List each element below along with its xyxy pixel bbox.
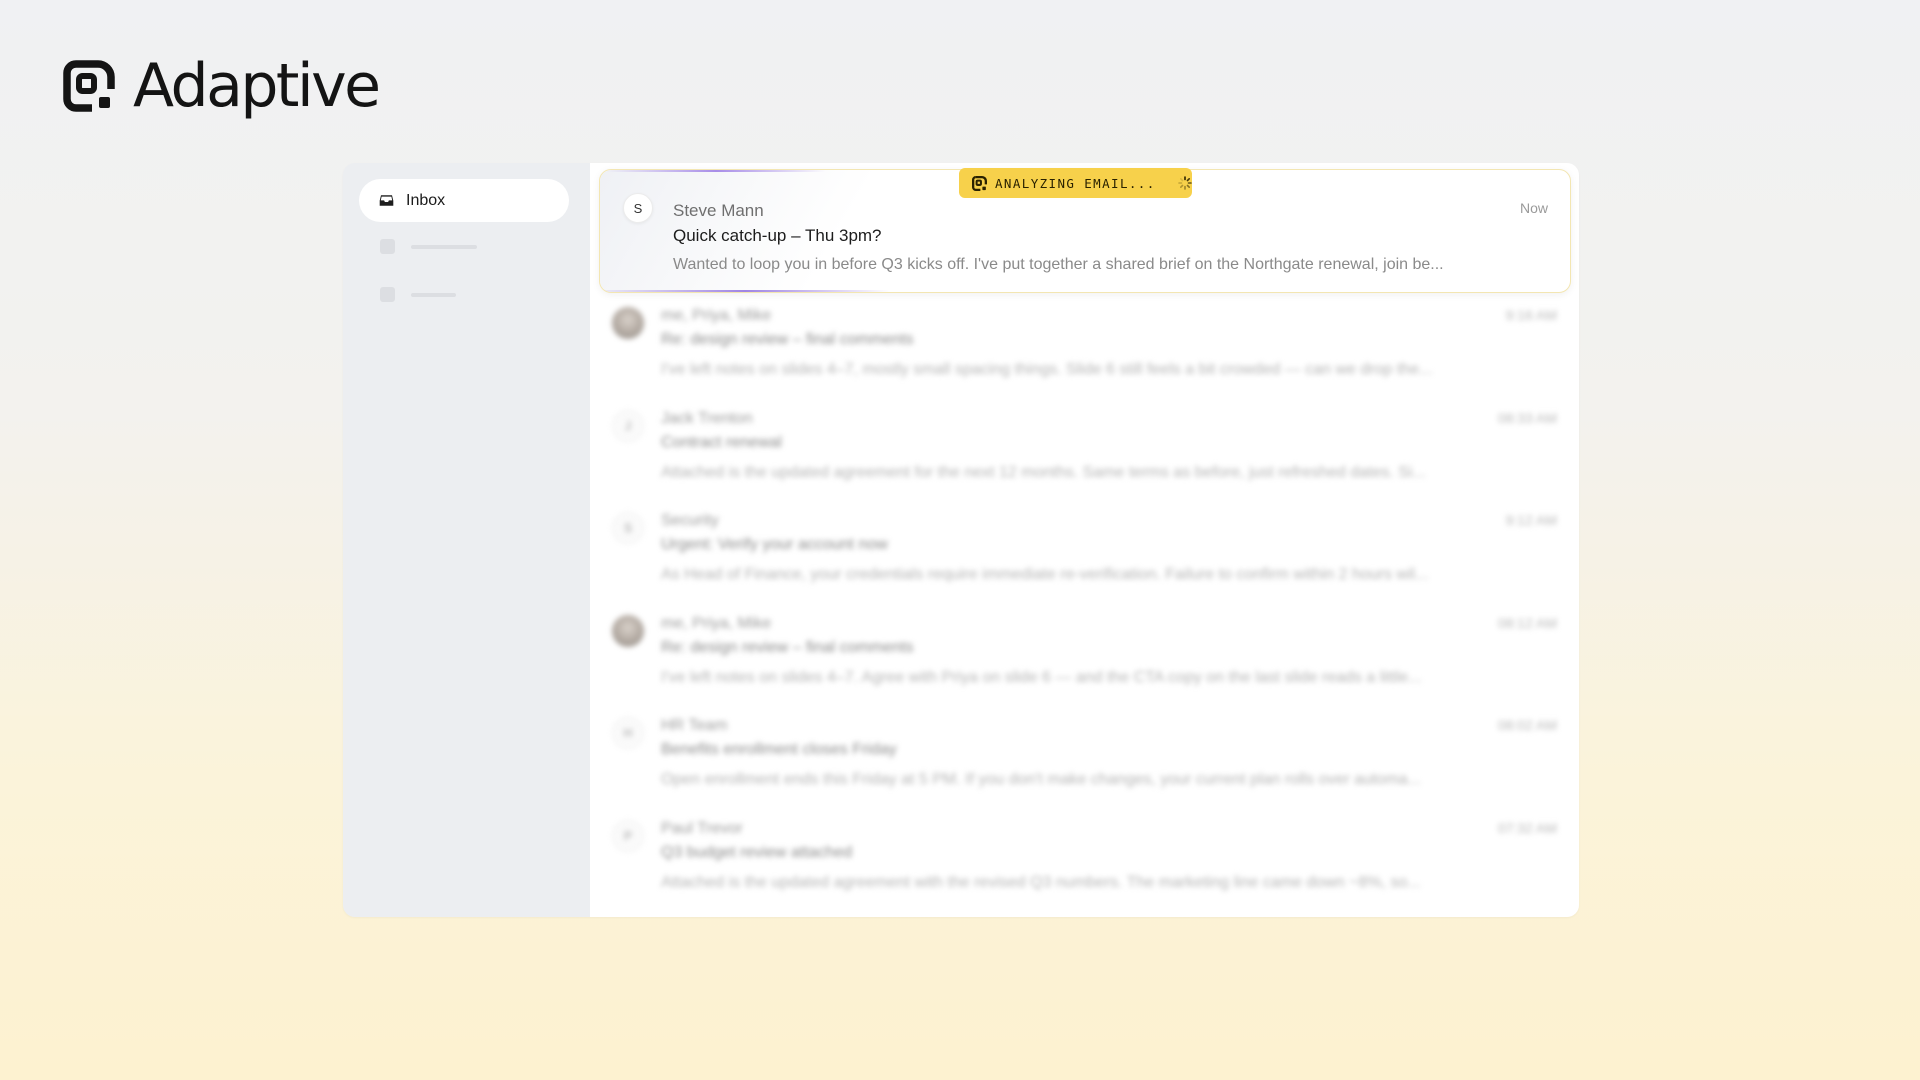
placeholder-icon — [380, 287, 395, 302]
email-preview: I've left notes on slides 4–7. Agree wit… — [661, 668, 1422, 686]
placeholder-label — [411, 244, 477, 249]
brand-name: Adaptive — [133, 51, 381, 121]
mail-app-window: Inbox S Steve Mann Quick catch-up – Thu … — [343, 163, 1579, 917]
email-list-panel: S Steve Mann Quick catch-up – Thu 3pm? W… — [590, 163, 1579, 917]
email-time: 08:12 AM — [1497, 614, 1557, 631]
analyzing-text: ANALYZING EMAIL... — [995, 175, 1156, 191]
inbox-tray-icon — [379, 195, 394, 206]
analyzing-badge: ANALYZING EMAIL... — [959, 168, 1192, 198]
scan-edge — [606, 170, 826, 172]
sidebar: Inbox — [343, 163, 590, 917]
email-time: 08:02 AM — [1497, 717, 1557, 733]
email-preview: Attached is the updated agreement with t… — [661, 873, 1421, 891]
email-sender: Security — [661, 512, 719, 529]
email-subject: Re: design review – final comments — [661, 638, 914, 656]
email-list: me, Priya, Mike Re: design review – fina… — [590, 301, 1579, 916]
email-sender: Jack Trenton — [661, 409, 753, 427]
avatar: J — [612, 409, 644, 442]
email-subject: Q3 budget review attached — [661, 843, 853, 861]
email-subject: Urgent: Verify your account now — [661, 536, 888, 553]
sidebar-item-label: Inbox — [406, 191, 446, 209]
avatar: S — [612, 512, 644, 544]
email-time: 08:33 AM — [1497, 409, 1557, 426]
sidebar-item-inbox[interactable]: Inbox — [359, 179, 569, 222]
email-subject: Quick catch-up – Thu 3pm? — [673, 226, 882, 245]
email-sender: me, Priya, Mike — [661, 307, 772, 324]
email-row[interactable]: me, Priya, Mike Re: design review – fina… — [590, 609, 1579, 712]
email-sender: Paul Trevor — [661, 819, 743, 837]
email-time: 07:32 AM — [1497, 819, 1557, 836]
sidebar-item-placeholder — [380, 287, 456, 302]
placeholder-icon — [380, 239, 395, 254]
email-time: 9:12 AM — [1505, 512, 1557, 528]
avatar: S — [623, 193, 653, 223]
adaptive-logo-icon — [63, 60, 115, 112]
email-row[interactable]: H HR Team Benefits enrollment closes Fri… — [590, 711, 1579, 814]
scan-edge — [600, 290, 890, 292]
email-row[interactable]: J Jack Trenton Contract renewal Attached… — [590, 404, 1579, 507]
email-time: Now — [1519, 200, 1548, 216]
adaptive-logo-icon — [972, 175, 987, 191]
email-preview: Attached is the updated agreement for th… — [661, 463, 1426, 481]
email-row[interactable]: P Paul Trevor Q3 budget review attached … — [590, 814, 1579, 917]
email-time: 9:16 AM — [1505, 307, 1557, 323]
email-preview: As Head of Finance, your credentials req… — [661, 566, 1429, 583]
email-preview: I've left notes on slides 4–7, mostly sm… — [661, 361, 1433, 378]
email-subject: Benefits enrollment closes Friday — [661, 741, 897, 758]
loading-spinner-icon — [1177, 176, 1192, 190]
avatar: P — [612, 819, 644, 852]
sidebar-item-placeholder — [380, 239, 477, 254]
email-row[interactable]: S Security Urgent: Verify your account n… — [590, 506, 1579, 609]
brand: Adaptive — [63, 51, 381, 121]
email-subject: Contract renewal — [661, 433, 782, 451]
email-subject: Re: design review – final comments — [661, 331, 914, 348]
email-preview: Wanted to loop you in before Q3 kicks of… — [673, 256, 1444, 273]
email-sender: me, Priya, Mike — [661, 614, 772, 632]
placeholder-label — [411, 292, 456, 297]
email-sender: Steve Mann — [673, 201, 764, 220]
avatar: H — [612, 717, 644, 749]
email-sender: HR Team — [661, 717, 728, 734]
email-row[interactable]: me, Priya, Mike Re: design review – fina… — [590, 301, 1579, 404]
avatar — [612, 614, 644, 647]
email-preview: Open enrollment ends this Friday at 5 PM… — [661, 771, 1421, 788]
avatar — [612, 307, 644, 339]
